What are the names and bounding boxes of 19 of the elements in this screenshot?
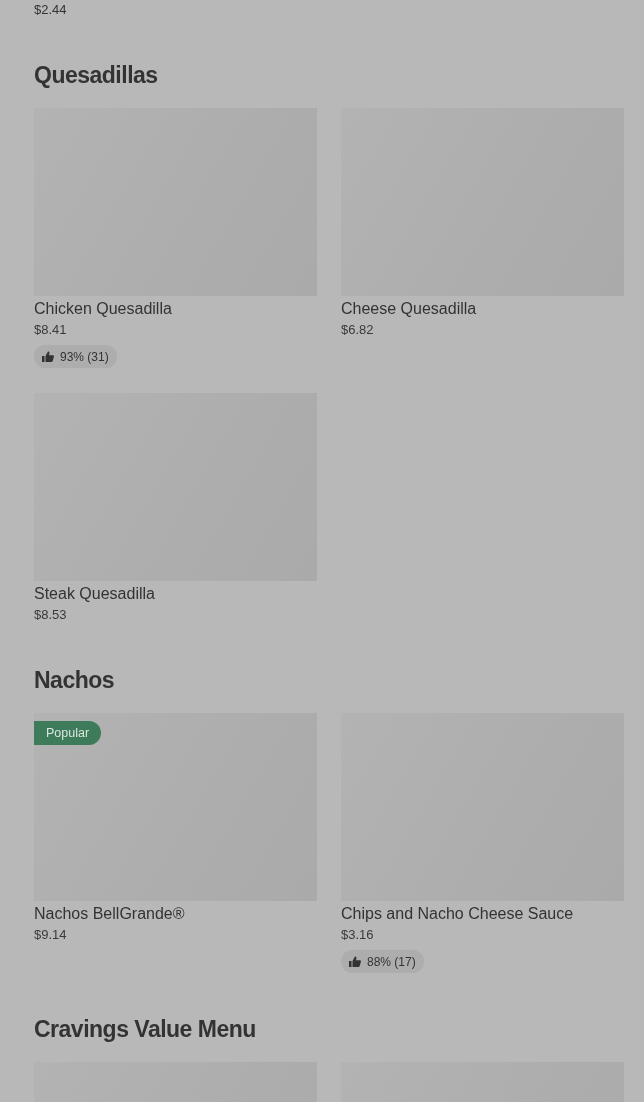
section-heading: Nachos: [34, 666, 116, 695]
section-heading: Quesadillas: [34, 61, 159, 90]
item-price: $3.16: [341, 926, 375, 944]
item-name[interactable]: Nachos BellGrande®: [34, 903, 317, 925]
item-name[interactable]: Chips and Nacho Cheese Sauce: [341, 903, 624, 925]
thumbs-up-icon: [42, 351, 54, 362]
rating-text: 88% (17): [367, 953, 416, 971]
item-name[interactable]: Steak Quesadilla: [34, 583, 317, 605]
section-heading: Cravings Value Menu: [34, 1015, 257, 1044]
popular-badge: Popular: [34, 721, 102, 745]
item-price: $6.82: [341, 321, 375, 339]
rating-text: 93% (31): [60, 348, 109, 366]
item-name[interactable]: Cheese Quesadilla: [341, 298, 624, 320]
item-price: $8.41: [34, 321, 68, 339]
thumbs-up-icon: [349, 956, 361, 967]
item-name[interactable]: Chicken Quesadilla: [34, 298, 317, 320]
item-price: $2.44: [34, 1, 68, 19]
item-price: $8.53: [34, 606, 68, 624]
item-price: $9.14: [34, 926, 68, 944]
